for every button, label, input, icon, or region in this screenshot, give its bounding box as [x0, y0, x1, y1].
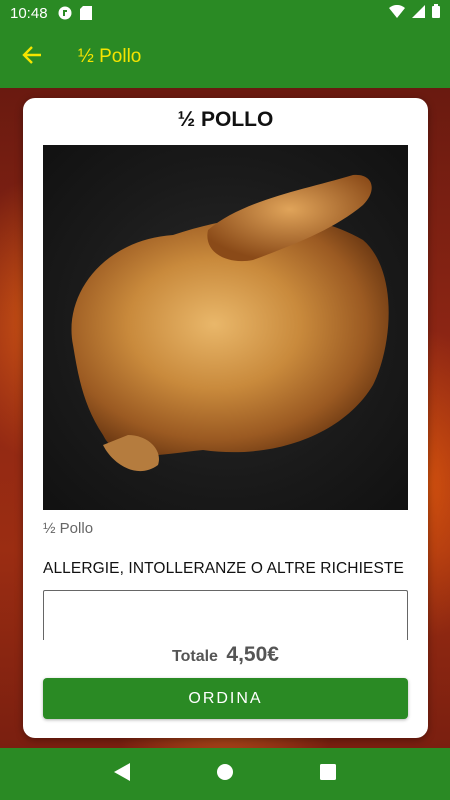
back-button[interactable]: [0, 26, 64, 88]
wifi-icon: [389, 4, 405, 22]
total-row: Totale 4,50€: [23, 643, 428, 667]
total-value: 4,50€: [226, 643, 279, 666]
triangle-back-icon: [113, 762, 130, 786]
product-title: ½ POLLO: [177, 108, 274, 131]
nav-back-button[interactable]: [102, 754, 142, 794]
product-image: [43, 145, 408, 510]
nav-home-button[interactable]: [205, 754, 245, 794]
page-title: ½ Pollo: [78, 46, 142, 67]
total-label: Totale: [172, 648, 218, 665]
signal-icon: [412, 4, 425, 22]
status-bar: 10:48: [0, 0, 450, 26]
nav-recents-button[interactable]: [308, 754, 348, 794]
sd-card-icon: [79, 6, 94, 20]
battery-icon: [432, 4, 440, 22]
square-recents-icon: [320, 763, 337, 785]
notes-input[interactable]: [43, 590, 408, 640]
order-button[interactable]: ORDINA: [43, 678, 408, 719]
circle-home-icon: [216, 763, 234, 786]
product-name: ½ Pollo: [43, 520, 94, 537]
notes-label: ALLERGIE, INTOLLERANZE O ALTRE RICHIESTE: [43, 560, 404, 577]
status-time: 10:48: [10, 4, 48, 22]
navigation-bar: [0, 748, 450, 800]
product-card: ½ POLLO ½ Pollo ALLERGIE, INTOLLERANZE O: [23, 98, 428, 738]
app-bar: ½ Pollo: [0, 26, 450, 88]
app-notification-icon: [58, 6, 72, 20]
arrow-left-icon: [22, 45, 42, 69]
